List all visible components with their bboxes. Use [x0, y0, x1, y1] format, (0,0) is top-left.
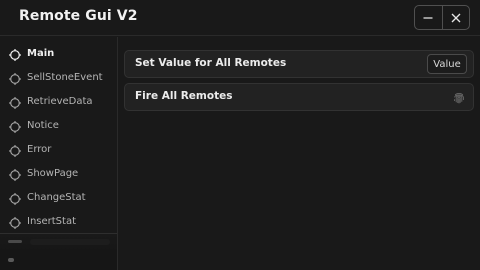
- sidebar-item-insertstat[interactable]: InsertStat: [0, 212, 117, 234]
- sidebar-item-label: RetrieveData: [27, 96, 93, 107]
- sidebar-item-label: Main: [27, 48, 55, 59]
- sidebar-item-label: Notice: [27, 120, 59, 131]
- crosshair-icon: [9, 169, 21, 181]
- minus-icon: [423, 16, 433, 19]
- close-icon: [451, 13, 461, 22]
- value-input[interactable]: Value: [427, 54, 467, 74]
- fingerprint-icon: [454, 92, 464, 104]
- title-bar[interactable]: Remote Gui V2: [0, 0, 480, 36]
- sidebar-item-sellstoneevent[interactable]: SellStoneEvent: [0, 68, 117, 90]
- sidebar-item-main[interactable]: Main: [0, 44, 117, 66]
- sidebar-item-label: ChangeStat: [27, 192, 86, 203]
- crosshair-icon: [9, 121, 21, 133]
- sidebar-item-notice[interactable]: Notice: [0, 116, 117, 138]
- fire-all-remotes-button[interactable]: Fire All Remotes: [124, 83, 474, 111]
- crosshair-icon: [9, 217, 21, 229]
- sidebar-item-retrievedata[interactable]: RetrieveData: [0, 92, 117, 114]
- sidebar-item-label: InsertStat: [27, 216, 76, 227]
- crosshair-icon: [9, 49, 21, 61]
- sidebar-item-error[interactable]: Error: [0, 140, 117, 162]
- sidebar-footer-placeholder: [30, 239, 110, 245]
- window-title: Remote Gui V2: [19, 8, 138, 24]
- sidebar-divider: [0, 233, 117, 234]
- minimize-button[interactable]: [415, 6, 442, 29]
- crosshair-icon: [9, 145, 21, 157]
- sidebar-item-label: SellStoneEvent: [27, 72, 103, 83]
- crosshair-icon: [9, 97, 21, 109]
- set-value-row: Set Value for All Remotes Value: [124, 50, 474, 78]
- crosshair-icon: [9, 193, 21, 205]
- fire-all-remotes-label: Fire All Remotes: [135, 90, 233, 102]
- set-value-label: Set Value for All Remotes: [135, 57, 287, 69]
- sidebar-item-showpage[interactable]: ShowPage: [0, 164, 117, 186]
- remote-gui-window: Remote Gui V2 Main SellStoneEvent Retrie…: [0, 0, 480, 270]
- close-button[interactable]: [441, 6, 469, 29]
- sidebar-footer-mark: [8, 240, 22, 243]
- window-controls: [414, 5, 470, 30]
- sidebar-footer-dot: [8, 258, 14, 262]
- crosshair-icon: [9, 73, 21, 85]
- sidebar-item-changestat[interactable]: ChangeStat: [0, 188, 117, 210]
- sidebar-item-label: Error: [27, 144, 52, 155]
- sidebar-item-label: ShowPage: [27, 168, 79, 179]
- sidebar[interactable]: Main SellStoneEvent RetrieveData Notice …: [0, 37, 118, 270]
- main-panel: Set Value for All Remotes Value Fire All…: [119, 37, 480, 270]
